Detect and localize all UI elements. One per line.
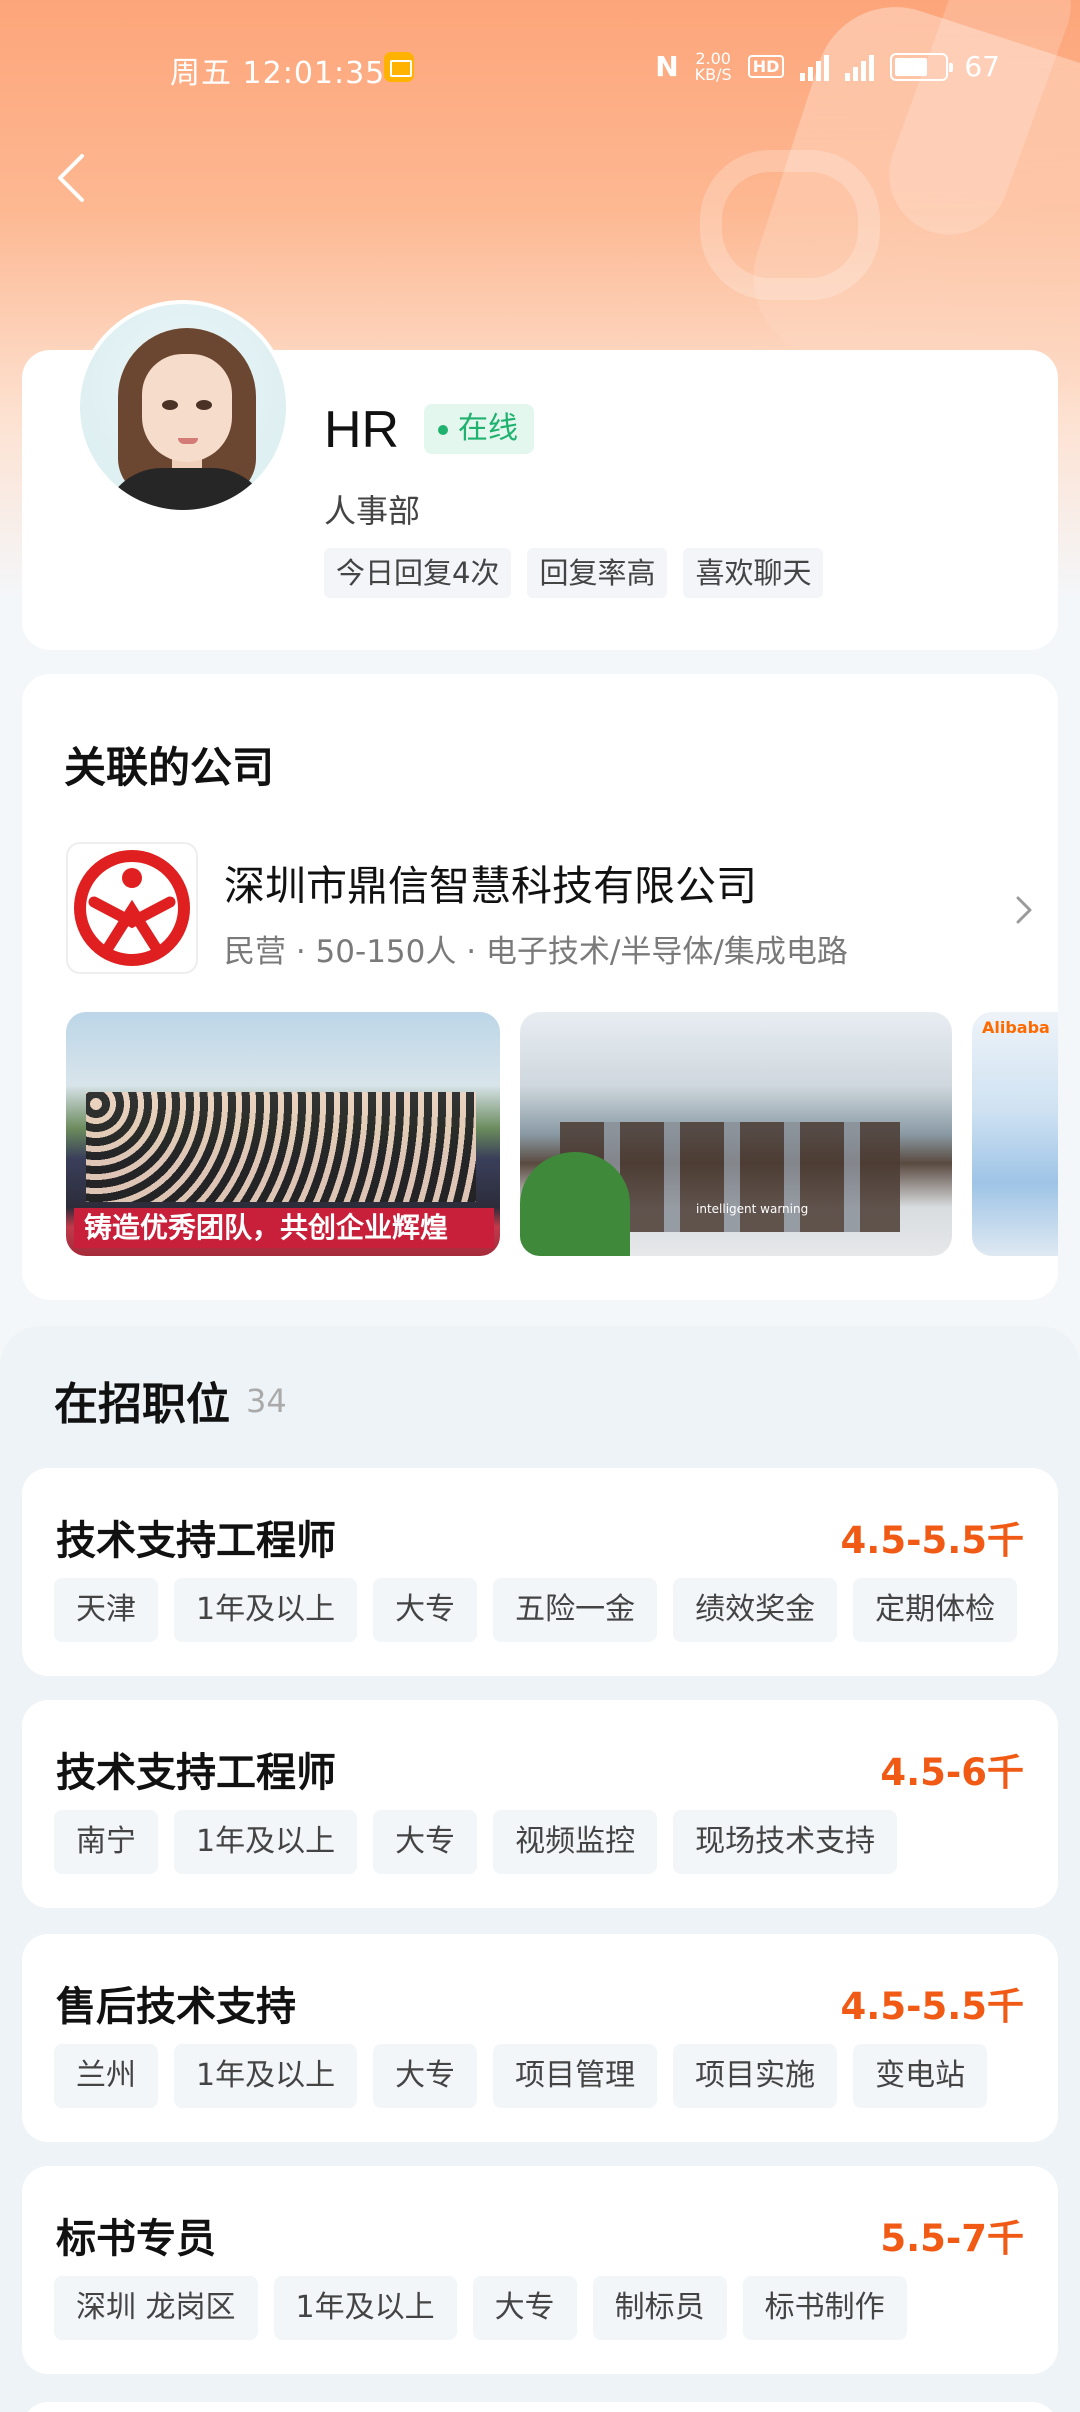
- job-tag: 深圳 龙岗区: [54, 2276, 258, 2340]
- job-card[interactable]: 技术支持工程师 4.5-6千 南宁 1年及以上 大专 视频监控 现场技术支持: [22, 1700, 1058, 1908]
- job-title: 标书专员: [56, 2216, 216, 2262]
- photo-banner-text: 铸造优秀团队，共创企业辉煌: [74, 1208, 494, 1248]
- hd-voice-icon: HD: [747, 55, 785, 78]
- job-tag: 1年及以上: [174, 1810, 358, 1874]
- message-notification-icon: [384, 52, 414, 82]
- network-speed: 2.00 KB/S: [694, 50, 732, 84]
- company-name[interactable]: 深圳市鼎信智慧科技有限公司: [224, 852, 757, 912]
- jobs-count: 34: [246, 1382, 287, 1420]
- net-speed-unit: KB/S: [694, 64, 732, 84]
- job-title: 技术支持工程师: [56, 1750, 336, 1796]
- photo-brand-text: Alibaba: [982, 1018, 1050, 1037]
- battery-level: 67: [964, 50, 1000, 83]
- nfc-icon: N: [655, 50, 679, 83]
- back-button[interactable]: [52, 150, 92, 206]
- company-photo-exhibit[interactable]: Alibaba: [972, 1012, 1058, 1256]
- avatar[interactable]: [76, 300, 290, 514]
- job-tag: 绩效奖金: [673, 1578, 838, 1642]
- company-logo-icon: [74, 850, 190, 966]
- job-tag: 大专: [472, 2276, 577, 2340]
- decorative-shape: [700, 150, 880, 300]
- job-salary: 5.5-7千: [880, 2217, 1024, 2260]
- hr-name: HR: [324, 401, 400, 459]
- job-card-partial[interactable]: [22, 2402, 1058, 2412]
- signal-icon: [845, 53, 875, 81]
- job-card[interactable]: 标书专员 5.5-7千 深圳 龙岗区 1年及以上 大专 制标员 标书制作: [22, 2166, 1058, 2374]
- job-tag: 变电站: [853, 2044, 988, 2108]
- job-tag: 项目管理: [493, 2044, 658, 2108]
- job-title: 技术支持工程师: [56, 1518, 336, 1564]
- job-tag: 1年及以上: [273, 2276, 457, 2340]
- job-tag: 标书制作: [742, 2276, 907, 2340]
- job-card[interactable]: 售后技术支持 4.5-5.5千 兰州 1年及以上 大专 项目管理 项目实施 变电…: [22, 1934, 1058, 2142]
- jobs-section-title: 在招职位: [54, 1379, 230, 1430]
- job-tag: 大专: [373, 1578, 478, 1642]
- job-tag: 南宁: [54, 1810, 158, 1874]
- job-tag: 五险一金: [493, 1578, 658, 1642]
- job-tag: 大专: [373, 1810, 478, 1874]
- job-tag: 大专: [373, 2044, 478, 2108]
- company-card: 关联的公司 深圳市鼎信智慧科技有限公司 民营 · 50-150人 · 电子技术/…: [22, 674, 1058, 1300]
- job-tag: 1年及以上: [174, 2044, 358, 2108]
- job-openings-section: 在招职位 34 技术支持工程师 4.5-5.5千 天津 1年及以上 大专 五险一…: [0, 1326, 1080, 2412]
- job-tag: 1年及以上: [174, 1578, 358, 1642]
- job-tag: 定期体检: [853, 1578, 1018, 1642]
- job-tag: 视频监控: [493, 1810, 658, 1874]
- company-photo-team[interactable]: 铸造优秀团队，共创企业辉煌: [66, 1012, 500, 1256]
- online-status-badge: 在线: [424, 404, 534, 454]
- battery-icon: [890, 52, 954, 81]
- company-photo-gallery[interactable]: 铸造优秀团队，共创企业辉煌 intelligent warning Alibab…: [66, 1012, 1058, 1256]
- job-salary: 4.5-6千: [880, 1751, 1024, 1794]
- job-tag: 现场技术支持: [673, 1810, 898, 1874]
- job-salary: 4.5-5.5千: [840, 1519, 1024, 1562]
- photo-caption: intelligent warning: [696, 1202, 809, 1216]
- chevron-right-icon[interactable]: [1012, 892, 1036, 928]
- status-bar: 周五 12:01:35 N 2.00 KB/S HD 67: [0, 48, 1080, 92]
- company-meta: 民营 · 50-150人 · 电子技术/半导体/集成电路: [224, 934, 848, 970]
- chevron-left-icon: [58, 154, 84, 202]
- job-tag: 兰州: [54, 2044, 158, 2108]
- hr-tag: 回复率高: [527, 548, 668, 598]
- hr-tag: 今日回复4次: [324, 548, 512, 598]
- hr-tags: 今日回复4次 回复率高 喜欢聊天: [324, 548, 824, 598]
- hr-department: 人事部: [324, 492, 421, 530]
- job-salary: 4.5-5.5千: [840, 1985, 1024, 2028]
- job-tag: 项目实施: [673, 2044, 838, 2108]
- job-title: 售后技术支持: [56, 1984, 296, 2030]
- job-card[interactable]: 技术支持工程师 4.5-5.5千 天津 1年及以上 大专 五险一金 绩效奖金 定…: [22, 1468, 1058, 1676]
- job-tag: 天津: [54, 1578, 158, 1642]
- company-section-title: 关联的公司: [64, 743, 275, 792]
- status-time: 周五 12:01:35: [170, 56, 386, 91]
- job-tag: 制标员: [592, 2276, 727, 2340]
- hr-tag: 喜欢聊天: [683, 548, 824, 598]
- company-logo[interactable]: [66, 842, 198, 974]
- company-photo-office[interactable]: intelligent warning: [520, 1012, 952, 1256]
- signal-icon: [800, 53, 830, 81]
